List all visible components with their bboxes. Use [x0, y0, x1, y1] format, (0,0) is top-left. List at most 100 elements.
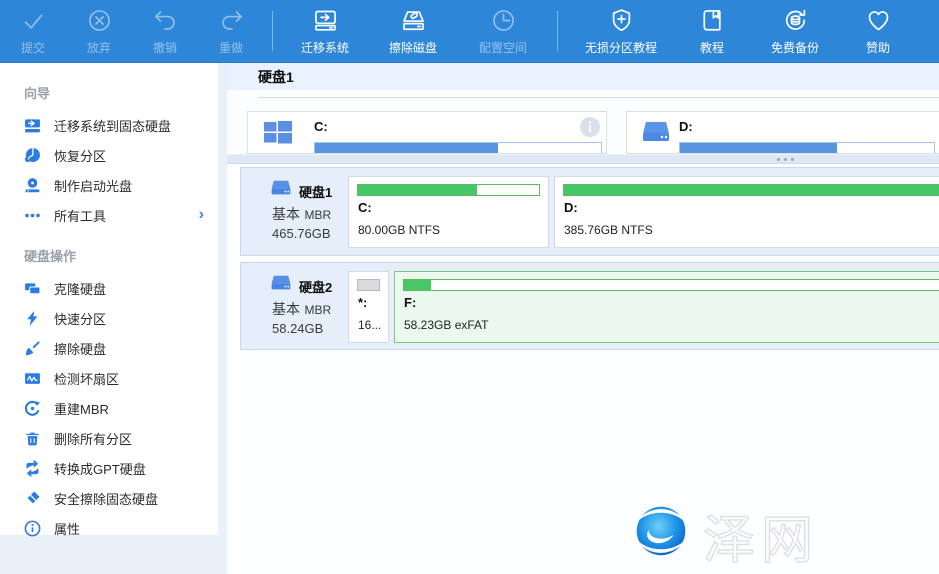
tutorial-button[interactable]: 教程 — [676, 0, 748, 63]
sidebar-item-properties[interactable]: 属性 — [0, 513, 218, 543]
watermark: 泽网 — [627, 494, 819, 573]
sidebar-item-label: 属性 — [54, 519, 80, 538]
clone-disk-icon — [24, 280, 41, 297]
toolbar: 提交 放弃 撤销 重做 迁移系统 擦除磁盘 配置空间 无损分区教程 教程 免费备… — [0, 0, 939, 63]
overview-drive-letter: C: — [314, 119, 328, 134]
disk-info-cell: 硬盘1 基本 MBR 465.76GB — [241, 168, 347, 255]
toolbar-separator — [557, 11, 558, 51]
overview-splitter[interactable] — [227, 154, 939, 164]
sidebar-item-migrate-to-ssd[interactable]: 迁移系统到固态硬盘 — [0, 110, 218, 140]
sidebar-item-label: 重建MBR — [54, 399, 109, 418]
disk-size: 58.24GB — [272, 321, 323, 336]
shield-plus-icon — [608, 7, 635, 37]
sidebar-item-label: 删除所有分区 — [54, 429, 132, 448]
partition-tutorial-label: 无损分区教程 — [585, 39, 657, 56]
commit-button[interactable]: 提交 — [0, 0, 66, 63]
heart-icon — [865, 7, 892, 37]
undo-label: 撤销 — [153, 39, 177, 56]
partition-detail: 385.76GB NTFS — [564, 223, 939, 237]
undo-button[interactable]: 撤销 — [132, 0, 198, 63]
sidebar-item-recover-partition[interactable]: 恢复分区 — [0, 140, 218, 170]
migrate-system-button[interactable]: 迁移系统 — [281, 0, 369, 63]
toolbar-separator — [272, 11, 273, 51]
disk-name: 硬盘1 — [299, 182, 332, 201]
broom-icon — [24, 340, 41, 357]
sidebar-item-secure-erase-ssd[interactable]: 安全擦除固态硬盘 — [0, 483, 218, 513]
sidebar-item-label: 检测坏扇区 — [54, 369, 119, 388]
free-backup-button[interactable]: 免费备份 — [748, 0, 842, 63]
windows-logo-icon — [264, 121, 292, 150]
discard-button[interactable]: 放弃 — [66, 0, 132, 63]
ssd-migrate-icon — [24, 117, 41, 134]
book-icon — [699, 7, 726, 37]
partition-usage-bar — [563, 184, 939, 196]
partition-detail: 80.00GB NTFS — [358, 223, 548, 237]
sidebar-item-check-bad-sectors[interactable]: 检测坏扇区 — [0, 363, 218, 393]
drive-icon — [641, 121, 671, 151]
overview-usage-fill — [680, 143, 837, 153]
redo-label: 重做 — [219, 39, 243, 56]
splitter-dots-icon — [777, 158, 794, 161]
sidebar-item-convert-to-gpt[interactable]: 转换成GPT硬盘 — [0, 453, 218, 483]
chevron-right-icon: › — [199, 207, 204, 223]
disk-row-2[interactable]: 硬盘2 基本 MBR 58.24GB *: 16... F: 58.23GB e… — [240, 262, 939, 350]
main-panel: 硬盘1 C: D: — [227, 63, 939, 574]
info-badge-icon[interactable] — [580, 117, 600, 137]
sidebar-item-quick-partition[interactable]: 快速分区 — [0, 303, 218, 333]
sidebar-item-label: 擦除硬盘 — [54, 339, 106, 358]
redo-button[interactable]: 重做 — [198, 0, 264, 63]
disk-list: 硬盘1 基本 MBR 465.76GB C: 80.00GB NTFS D: 3… — [227, 164, 939, 574]
redo-icon — [218, 7, 245, 37]
sidebar-item-rebuild-mbr[interactable]: 重建MBR — [0, 393, 218, 423]
disk-type: 基本 — [272, 301, 300, 317]
overview-usage-bar — [679, 142, 935, 154]
disk-scheme: MBR — [304, 208, 331, 222]
migrate-system-label: 迁移系统 — [301, 39, 349, 56]
disk-icon — [269, 180, 293, 203]
overview-card-d[interactable]: D: — [626, 111, 939, 154]
partition-unallocated[interactable]: *: 16... — [348, 271, 389, 343]
tab-disk1[interactable]: 硬盘1 — [258, 67, 294, 87]
partition-letter: *: — [358, 295, 388, 310]
sidebar-item-delete-all-partitions[interactable]: 删除所有分区 — [0, 423, 218, 453]
disk-row-1[interactable]: 硬盘1 基本 MBR 465.76GB C: 80.00GB NTFS D: 3… — [240, 167, 939, 256]
allocate-space-icon — [490, 7, 517, 37]
partition-usage-bar — [403, 279, 939, 291]
sidebar-item-clone-disk[interactable]: 克隆硬盘 — [0, 273, 218, 303]
overview-usage-bar — [314, 142, 602, 154]
partition-usage-fill — [358, 280, 379, 290]
sidebar-item-label: 所有工具 — [54, 206, 106, 225]
partition-tutorial-button[interactable]: 无损分区教程 — [566, 0, 676, 63]
disk-name: 硬盘2 — [299, 277, 332, 296]
disk-icon — [269, 275, 293, 298]
sidebar-item-make-boot-disc[interactable]: 制作启动光盘 — [0, 170, 218, 200]
allocate-space-label: 配置空间 — [479, 39, 527, 56]
pie-chart-icon — [24, 147, 41, 164]
partition-c[interactable]: C: 80.00GB NTFS — [348, 176, 549, 248]
partition-d[interactable]: D: 385.76GB NTFS — [554, 176, 939, 248]
sidebar-item-label: 安全擦除固态硬盘 — [54, 489, 158, 508]
ellipsis-icon — [24, 207, 41, 224]
erase-disk-label: 擦除磁盘 — [389, 39, 437, 56]
partition-detail: 58.23GB exFAT — [404, 318, 939, 332]
overview-card-c[interactable]: C: — [247, 111, 607, 154]
convert-arrows-icon — [24, 460, 41, 477]
sidebar-section-disk-ops: 硬盘操作 — [24, 246, 218, 265]
erase-disk-icon — [400, 7, 427, 37]
partition-detail: 16... — [358, 318, 388, 332]
allocate-space-button[interactable]: 配置空间 — [457, 0, 549, 63]
donate-button[interactable]: 赞助 — [842, 0, 914, 63]
discard-label: 放弃 — [87, 39, 111, 56]
partition-letter: C: — [358, 200, 548, 215]
erase-disk-button[interactable]: 擦除磁盘 — [369, 0, 457, 63]
sidebar-item-wipe-disk[interactable]: 擦除硬盘 — [0, 333, 218, 363]
overview-drive-letter: D: — [679, 119, 693, 134]
partition-usage-fill — [564, 185, 939, 195]
eraser-icon — [24, 490, 41, 507]
info-icon — [24, 520, 41, 537]
partition-f-selected[interactable]: F: 58.23GB exFAT — [394, 271, 939, 343]
sidebar-item-all-tools[interactable]: 所有工具 › — [0, 200, 218, 230]
free-backup-label: 免费备份 — [771, 39, 819, 56]
check-icon — [20, 7, 47, 37]
tutorial-label: 教程 — [700, 39, 724, 56]
